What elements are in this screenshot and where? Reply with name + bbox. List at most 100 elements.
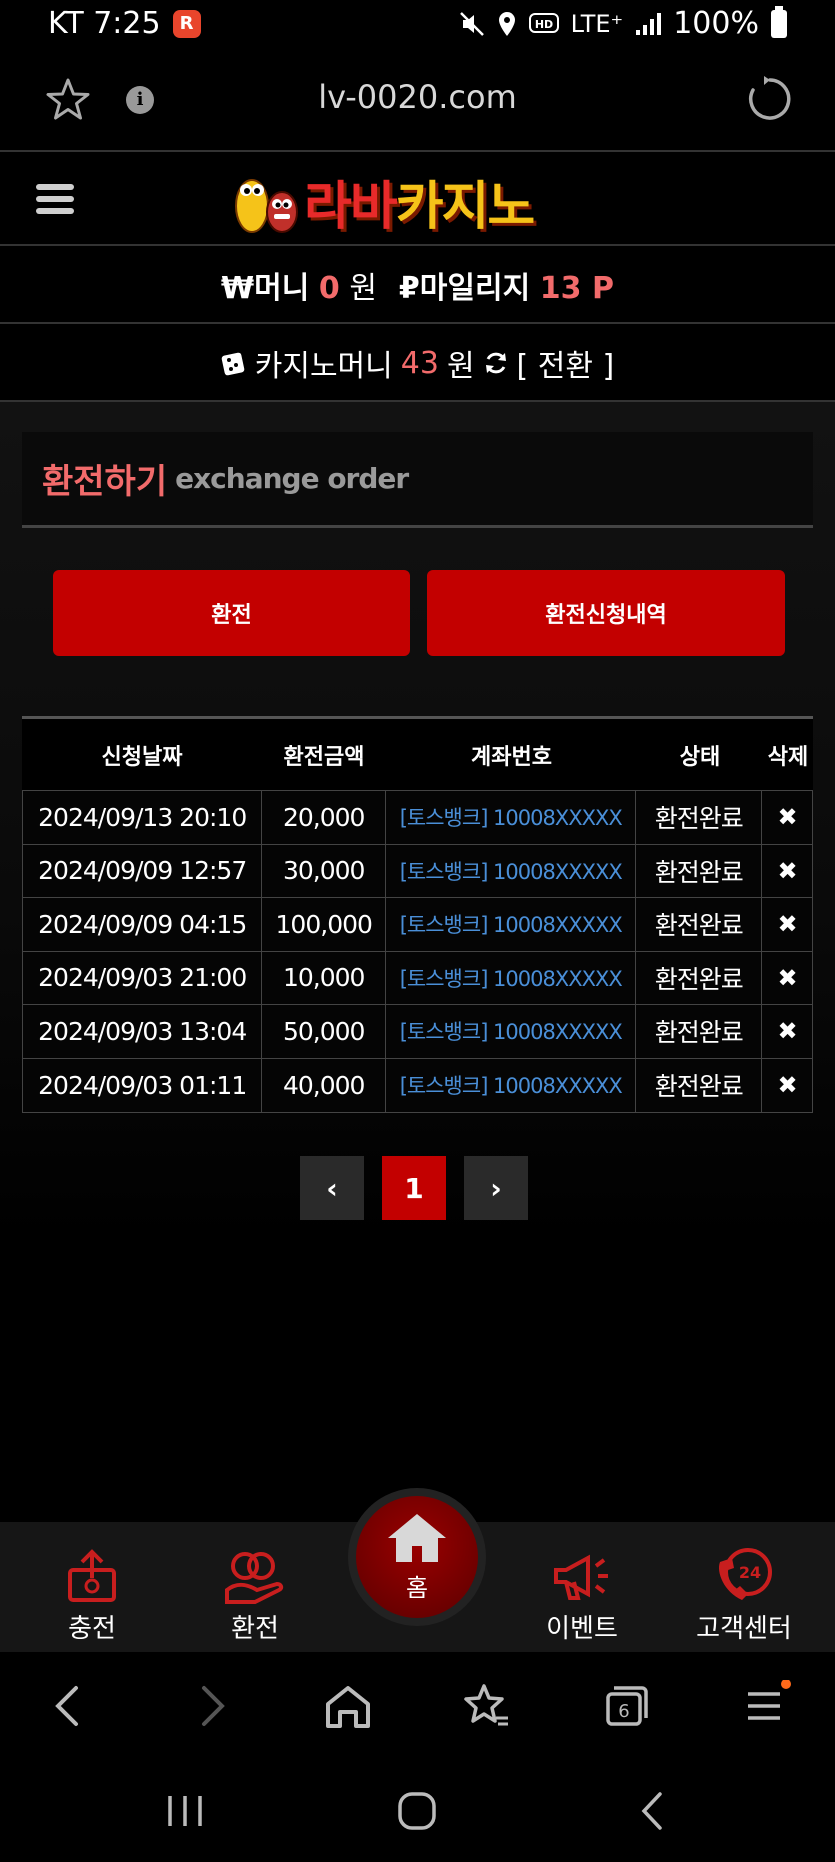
table-row: 2024/09/09 12:57 30,000 [토스뱅크] 10008XXXX… (23, 844, 812, 898)
cell-amount: 10,000 (262, 951, 387, 1004)
casino-money-label: 카지노머니 (254, 349, 393, 384)
delete-icon[interactable]: ✖ (762, 845, 812, 898)
convert-button[interactable]: [ 전환 ] (517, 341, 615, 385)
cell-status: 환전완료 (636, 898, 763, 951)
header-delete: 삭제 (767, 744, 809, 770)
megaphone-icon (554, 1554, 608, 1600)
money-unit: 원 (349, 271, 377, 306)
tabs-count: 6 (618, 1701, 629, 1722)
delete-icon[interactable]: ✖ (762, 791, 812, 844)
dice-icon (221, 352, 245, 376)
cell-amount: 100,000 (262, 898, 387, 951)
support-24-icon: 24 (718, 1548, 772, 1600)
battery-percent: 100% (673, 6, 759, 41)
casino-money-value: 43 (400, 345, 439, 381)
url-text[interactable]: lv-0020.com (0, 78, 835, 116)
nav-home-button[interactable]: 홈 (348, 1488, 486, 1626)
browser-menu-icon[interactable] (738, 1680, 794, 1732)
money-info: ₩머니 0 원 (221, 263, 377, 307)
delete-icon[interactable]: ✖ (762, 1059, 812, 1113)
prev-page-button[interactable]: ‹ (300, 1156, 364, 1220)
wallet-row-money: ₩머니 0 원 ₽마일리지 13 P (0, 248, 835, 324)
nav-home-label: 홈 (405, 1574, 429, 1602)
table-row: 2024/09/03 13:04 50,000 [토스뱅크] 10008XXXX… (23, 1005, 812, 1059)
panel-title: 환전하기 exchange order (22, 432, 813, 528)
signal-icon (636, 12, 662, 35)
nav-exchange[interactable]: 환전 (185, 1522, 325, 1652)
charge-box-icon (68, 1549, 116, 1602)
home-system-icon[interactable] (394, 1790, 442, 1832)
cell-account: [토스뱅크] 10008XXXXX (386, 844, 637, 897)
cell-date: 2024/09/03 01:11 (23, 1058, 263, 1112)
svg-text:HD: HD (534, 18, 552, 31)
page-1-button[interactable]: 1 (382, 1156, 446, 1220)
table-row: 2024/09/03 21:00 10,000 [토스뱅크] 10008XXXX… (23, 951, 812, 1005)
exchange-button[interactable]: 환전 (53, 570, 410, 656)
larva-mascot-icon (235, 179, 298, 233)
refresh-icon[interactable] (483, 350, 509, 376)
logo-text-red: 라바 (304, 176, 398, 237)
carrier-time: KT 7:25 (48, 6, 161, 41)
delete-icon[interactable]: ✖ (762, 952, 812, 1005)
cell-amount: 20,000 (262, 791, 387, 844)
recent-apps-icon[interactable] (160, 1790, 210, 1832)
header-date: 신청날짜 (101, 744, 183, 770)
cell-status: 환전완료 (636, 1005, 763, 1058)
tabs-icon[interactable]: 6 (598, 1680, 654, 1732)
table-row: 2024/09/03 01:11 40,000 [토스뱅크] 10008XXXX… (23, 1058, 812, 1113)
status-bar: KT 7:25 R HD LTE⁺ 100% (0, 0, 835, 48)
exchange-table: 신청날짜 환전금액 계좌번호 상태 삭제 2024/09/13 20:10 20… (22, 716, 813, 1113)
back-icon[interactable] (42, 1680, 98, 1732)
logo-text-yellow: 카지노 (395, 176, 536, 237)
delete-icon[interactable]: ✖ (762, 1005, 812, 1058)
home-browser-icon[interactable] (320, 1680, 376, 1732)
mileage-label: ₽마일리지 (398, 271, 531, 306)
next-page-button[interactable]: › (464, 1156, 528, 1220)
status-right: HD LTE⁺ 100% (459, 5, 787, 41)
cell-status: 환전완료 (636, 1058, 763, 1112)
logo-text: 라바카지노 (304, 164, 536, 239)
browser-toolbar: 6 (0, 1652, 835, 1760)
cell-status: 환전완료 (636, 791, 763, 844)
coin-hand-icon (225, 1552, 284, 1604)
system-nav-bar (0, 1760, 835, 1862)
cell-date: 2024/09/13 20:10 (23, 791, 263, 844)
mute-icon (459, 11, 484, 36)
reload-icon[interactable] (745, 74, 795, 124)
page-subtitle: exchange order (175, 462, 409, 495)
header-account: 계좌번호 (471, 744, 552, 770)
nav-charge-label: 충전 (68, 1614, 116, 1644)
cell-account: [토스뱅크] 10008XXXXX (386, 1058, 637, 1112)
cell-date: 2024/09/09 04:15 (23, 898, 263, 951)
nav-event[interactable]: 이벤트 (512, 1522, 652, 1652)
casino-money-unit: 원 (446, 349, 475, 384)
site-header: 라바카지노 (0, 154, 835, 246)
nav-support[interactable]: 24 고객센터 (674, 1522, 814, 1652)
nav-event-label: 이벤트 (546, 1614, 618, 1644)
table-body: 2024/09/13 20:10 20,000 [토스뱅크] 10008XXXX… (22, 790, 813, 1113)
exchange-history-button[interactable]: 환전신청내역 (427, 570, 785, 656)
back-system-icon[interactable] (632, 1790, 672, 1832)
menu-icon[interactable] (36, 184, 74, 218)
support-badge: 24 (739, 1563, 761, 1582)
forward-icon[interactable] (182, 1680, 238, 1732)
location-icon (498, 11, 515, 36)
cell-status: 환전완료 (636, 951, 763, 1004)
hd-icon: HD (528, 12, 559, 33)
exchange-panel: 환전하기 exchange order 환전 환전신청내역 신청날짜 환전금액 … (22, 432, 813, 1242)
site-logo[interactable]: 라바카지노 (226, 164, 610, 238)
mileage-value: 13 P (539, 271, 614, 306)
pagination: ‹ 1 › (300, 1156, 528, 1220)
bookmarks-icon[interactable] (458, 1680, 514, 1732)
cell-account: [토스뱅크] 10008XXXXX (386, 951, 637, 1004)
nav-support-label: 고객센터 (696, 1614, 792, 1644)
cell-account: [토스뱅크] 10008XXXXX (386, 898, 637, 951)
delete-icon[interactable]: ✖ (762, 898, 812, 951)
cell-account: [토스뱅크] 10008XXXXX (386, 791, 637, 844)
browser-url-bar: i lv-0020.com (0, 48, 835, 152)
mileage-info: ₽마일리지 13 P (399, 263, 614, 307)
table-row: 2024/09/09 04:15 100,000 [토스뱅크] 10008XXX… (23, 898, 812, 952)
wallet-row-casino: 카지노머니 43 원 [ 전환 ] (0, 326, 835, 402)
cell-amount: 30,000 (262, 844, 387, 897)
nav-charge[interactable]: 충전 (22, 1522, 162, 1652)
